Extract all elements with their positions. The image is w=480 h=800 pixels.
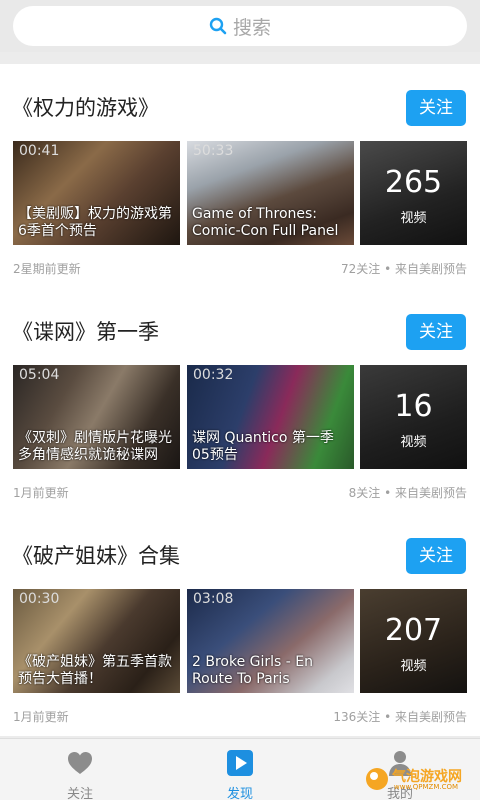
video-count-tile[interactable]: 265 视频	[360, 141, 467, 245]
search-bar: 搜索	[0, 0, 480, 52]
video-duration: 00:30	[19, 591, 60, 607]
collection-card: 《谍网》第一季 关注 05:04 《双刺》剧情版片花曝光 多角情感织就诡秘谍网 …	[0, 288, 480, 512]
video-caption: 《破产姐妹》第五季首款预告大首播！	[18, 654, 172, 687]
video-caption: 2 Broke Girls - En Route To Paris	[192, 654, 313, 687]
video-thumbnail[interactable]: 50:33 Game of Thrones: Comic-Con Full Pa…	[187, 141, 354, 245]
tab-label: 发现	[226, 787, 253, 800]
video-count-label: 视频	[400, 435, 427, 450]
update-time: 1月前更新	[13, 710, 69, 724]
video-caption: Game of Thrones: Comic-Con Full Panel	[192, 206, 339, 239]
video-duration: 05:04	[19, 367, 60, 383]
video-duration: 50:33	[193, 143, 234, 159]
tab-discover[interactable]: 发现	[180, 739, 300, 800]
video-count-tile[interactable]: 16 视频	[360, 365, 467, 469]
video-count-label: 视频	[400, 659, 427, 674]
collection-title: 《权力的游戏》	[12, 96, 159, 120]
update-time: 1月前更新	[13, 486, 69, 500]
video-count: 16	[394, 389, 433, 424]
collection-card: 《破产姐妹》合集 关注 00:30 《破产姐妹》第五季首款预告大首播！ 03:0…	[0, 512, 480, 736]
video-thumbnail[interactable]: 00:41 【美剧贩】权力的游戏第6季首个预告	[13, 141, 180, 245]
watermark-url: www.QPMZM.COM	[394, 783, 459, 791]
video-count: 265	[384, 165, 443, 200]
video-caption: 【美剧贩】权力的游戏第6季首个预告	[18, 206, 172, 239]
video-count: 207	[384, 613, 443, 648]
tab-follow[interactable]: 关注	[20, 739, 140, 800]
collection-title: 《破产姐妹》合集	[12, 544, 180, 568]
video-duration: 00:41	[19, 143, 60, 159]
collection-card: 《权力的游戏》 关注 00:41 【美剧贩】权力的游戏第6季首个预告 50:33…	[0, 64, 480, 288]
follow-button[interactable]: 关注	[406, 314, 466, 350]
video-caption: 谍网 Quantico 第一季05预告	[192, 430, 334, 463]
collection-stats: 72关注 • 来自美剧预告	[341, 262, 467, 276]
video-count-label: 视频	[400, 211, 427, 226]
bottom-tab-bar: 关注 发现 我的 气泡游戏网 www.QPMZM.COM	[0, 738, 480, 800]
follow-button[interactable]: 关注	[406, 90, 466, 126]
search-input[interactable]: 搜索	[13, 6, 467, 46]
search-placeholder: 搜索	[232, 16, 271, 39]
video-thumbnail[interactable]: 05:04 《双刺》剧情版片花曝光 多角情感织就诡秘谍网	[13, 365, 180, 469]
site-watermark: 气泡游戏网 www.QPMZM.COM	[364, 764, 476, 794]
collection-title: 《谍网》第一季	[12, 320, 159, 344]
video-duration: 00:32	[193, 367, 234, 383]
update-time: 2星期前更新	[13, 262, 81, 276]
collection-stats: 8关注 • 来自美剧预告	[348, 486, 467, 500]
collection-stats: 136关注 • 来自美剧预告	[333, 710, 467, 724]
watermark-logo-icon	[366, 768, 388, 790]
play-icon	[227, 750, 253, 776]
video-thumbnail[interactable]: 00:30 《破产姐妹》第五季首款预告大首播！	[13, 589, 180, 693]
video-caption: 《双刺》剧情版片花曝光 多角情感织就诡秘谍网	[18, 430, 172, 463]
search-icon	[209, 17, 227, 35]
video-count-tile[interactable]: 207 视频	[360, 589, 467, 693]
video-thumbnail[interactable]: 00:32 谍网 Quantico 第一季05预告	[187, 365, 354, 469]
video-duration: 03:08	[193, 591, 234, 607]
follow-button[interactable]: 关注	[406, 538, 466, 574]
video-thumbnail[interactable]: 03:08 2 Broke Girls - En Route To Paris	[187, 589, 354, 693]
tab-label: 关注	[66, 787, 93, 800]
heart-icon	[68, 752, 92, 774]
